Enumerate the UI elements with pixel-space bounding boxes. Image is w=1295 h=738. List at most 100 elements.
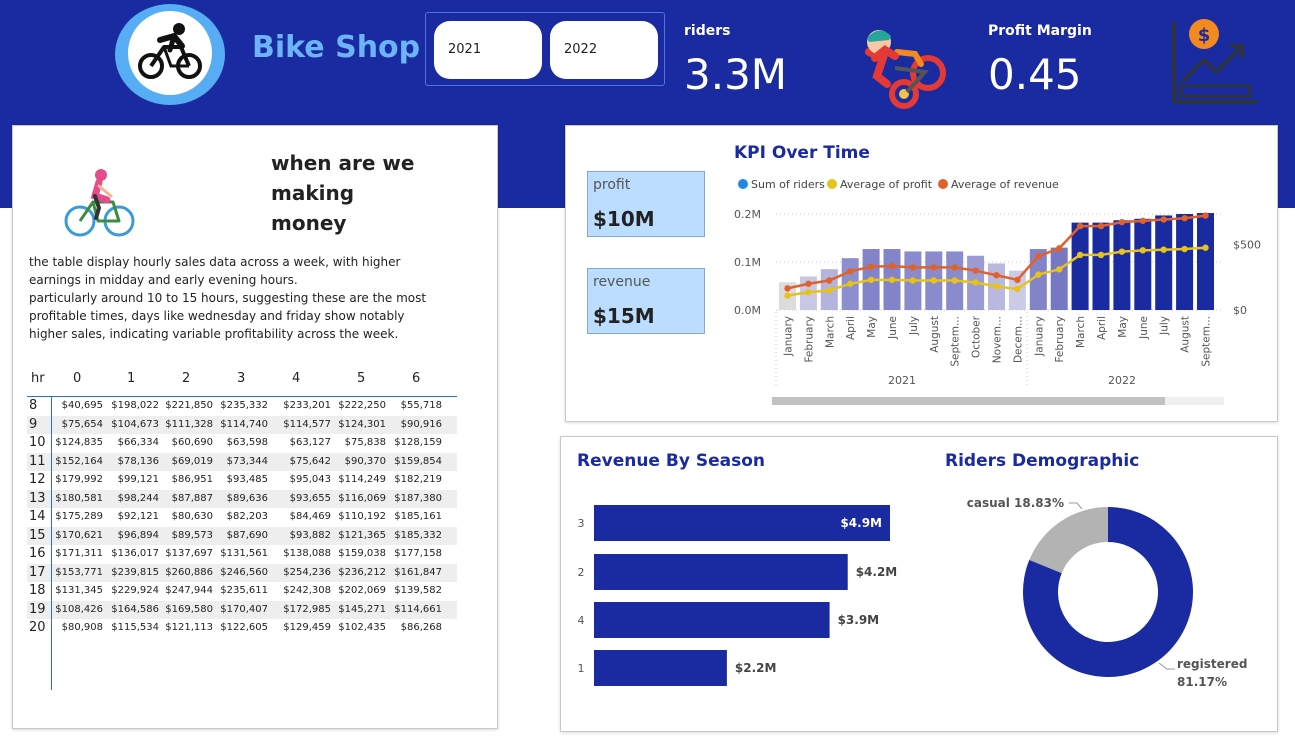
month-label: January <box>783 316 795 357</box>
table-cell: $254,236 <box>283 566 331 578</box>
avg-revenue-point[interactable] <box>1118 218 1126 226</box>
table-cell: $111,328 <box>165 418 213 430</box>
avg-revenue-point[interactable] <box>972 267 979 274</box>
table-cell: $164,586 <box>111 603 159 615</box>
table-cell: $242,308 <box>283 585 331 596</box>
table-cell: $222,250 <box>338 400 386 411</box>
riders-bar[interactable] <box>1134 218 1152 310</box>
avg-revenue-point[interactable] <box>1139 217 1146 225</box>
table-row-hour: 12 <box>29 472 46 487</box>
avg-revenue-point[interactable] <box>930 264 937 271</box>
avg-revenue-point[interactable] <box>951 264 958 271</box>
left-heading-line-1: when are we <box>271 151 415 175</box>
avg-profit-point[interactable] <box>867 276 875 284</box>
avg-profit-point[interactable] <box>972 279 979 286</box>
riders-bar[interactable] <box>1113 220 1131 310</box>
casual-slice[interactable] <box>1029 507 1108 574</box>
avg-profit-point[interactable] <box>1076 251 1084 259</box>
avg-profit-point[interactable] <box>1160 246 1167 253</box>
avg-profit-point[interactable] <box>826 287 833 294</box>
riders-bar[interactable] <box>1071 222 1089 310</box>
matrix-column-header: 4 <box>292 371 301 386</box>
table-cell: $102,435 <box>338 622 386 633</box>
avg-revenue-point[interactable] <box>1160 216 1167 223</box>
table-cell: $66,334 <box>117 437 159 448</box>
avg-profit-point[interactable] <box>1202 244 1209 251</box>
riders-bar[interactable] <box>1155 215 1173 310</box>
matrix-column-header: 2 <box>182 371 191 386</box>
riders-card-label: riders <box>684 23 731 39</box>
table-cell: $98,244 <box>117 492 159 504</box>
table-cell: $99,121 <box>117 474 159 485</box>
avg-revenue-point[interactable] <box>1097 222 1105 230</box>
avg-revenue-point[interactable] <box>1181 215 1188 222</box>
hourly-sales-matrix: hr 0 1 2 3 4 5 6 8 $40,695 $198,022 $221,850 $235,3… <box>27 366 457 690</box>
avg-revenue-point[interactable] <box>1202 212 1209 219</box>
avg-revenue-point[interactable] <box>888 262 896 270</box>
season-bar[interactable] <box>594 650 727 686</box>
avg-profit-point[interactable] <box>909 277 917 284</box>
table-row: 18 $131,345 $229,924 $247,944 $235,611 $242,3… <box>27 582 457 601</box>
avg-revenue-point[interactable] <box>1076 222 1084 230</box>
table-cell: $87,690 <box>226 529 268 541</box>
avg-profit-point[interactable] <box>951 277 958 284</box>
legend-label[interactable]: Average of profit <box>840 178 933 191</box>
svg-text:$: $ <box>1198 25 1211 46</box>
scrollbar-thumb[interactable] <box>772 397 1165 405</box>
avg-revenue-point[interactable] <box>1056 245 1063 252</box>
avg-profit-point[interactable] <box>1035 271 1042 278</box>
avg-profit-point[interactable] <box>847 280 854 287</box>
riders-card-value: 3.3M <box>684 50 788 99</box>
avg-profit-point[interactable] <box>930 277 937 284</box>
avg-revenue-point[interactable] <box>1014 276 1021 284</box>
legend-label[interactable]: Average of revenue <box>951 178 1059 191</box>
avg-profit-point[interactable] <box>888 276 896 284</box>
table-cell: $159,854 <box>394 455 442 467</box>
description-line-2: particularly around 10 to 15 hours, sugg… <box>29 291 427 341</box>
year-button-2021[interactable]: 2021 <box>434 21 542 79</box>
table-cell: $180,581 <box>55 492 103 504</box>
avg-profit-point[interactable] <box>805 289 812 296</box>
avg-revenue-point[interactable] <box>826 277 833 284</box>
avg-profit-point[interactable] <box>1097 251 1105 259</box>
season-bar[interactable] <box>594 554 848 590</box>
table-row: 16 $171,311 $136,017 $137,697 $131,561 $138,0… <box>27 545 457 564</box>
avg-revenue-point[interactable] <box>805 280 812 287</box>
logo <box>115 4 225 105</box>
avg-profit-point[interactable] <box>1181 245 1188 253</box>
table-cell: $145,271 <box>338 603 386 615</box>
riders-bar[interactable] <box>1050 247 1068 310</box>
avg-revenue-point[interactable] <box>867 263 875 270</box>
month-label: February <box>1054 316 1066 363</box>
avg-revenue-point[interactable] <box>993 272 1000 279</box>
table-row: 10 $124,835 $66,334 $60,690 $63,598 $63,127 $7… <box>27 434 457 453</box>
season-bar[interactable] <box>594 602 830 638</box>
avg-revenue-point[interactable] <box>909 264 917 271</box>
matrix-column-header: 3 <box>237 371 246 386</box>
table-row-hour: 11 <box>29 453 46 469</box>
table-cell: $235,611 <box>220 585 268 596</box>
avg-revenue-point[interactable] <box>1035 253 1042 260</box>
legend-label[interactable]: Sum of riders <box>751 178 825 191</box>
table-cell: $170,407 <box>220 603 268 615</box>
table-row-hour: 8 <box>29 398 38 413</box>
riders-bar[interactable] <box>1092 222 1110 310</box>
avg-profit-point[interactable] <box>1118 248 1126 255</box>
riders-bar[interactable] <box>1197 213 1214 310</box>
month-label: May <box>866 316 878 338</box>
month-label: Novem... <box>992 316 1004 363</box>
avg-revenue-point[interactable] <box>784 285 791 292</box>
avg-revenue-point[interactable] <box>847 268 854 275</box>
avg-profit-point[interactable] <box>1056 266 1063 273</box>
matrix-row-header-rule <box>51 397 52 690</box>
table-cell: $177,158 <box>394 548 442 559</box>
avg-profit-point[interactable] <box>1014 285 1021 293</box>
avg-profit-point[interactable] <box>784 292 791 299</box>
table-row-hour: 18 <box>29 583 46 598</box>
year-button-2022[interactable]: 2022 <box>550 21 658 79</box>
avg-profit-point[interactable] <box>1139 247 1146 254</box>
riders-bar[interactable] <box>1176 214 1194 310</box>
table-row: 9 $75,654 $104,673 $111,328 $114,740 $114,577… <box>27 415 457 434</box>
avg-profit-point[interactable] <box>993 283 1000 290</box>
year-label-2021: 2021 <box>888 374 916 387</box>
